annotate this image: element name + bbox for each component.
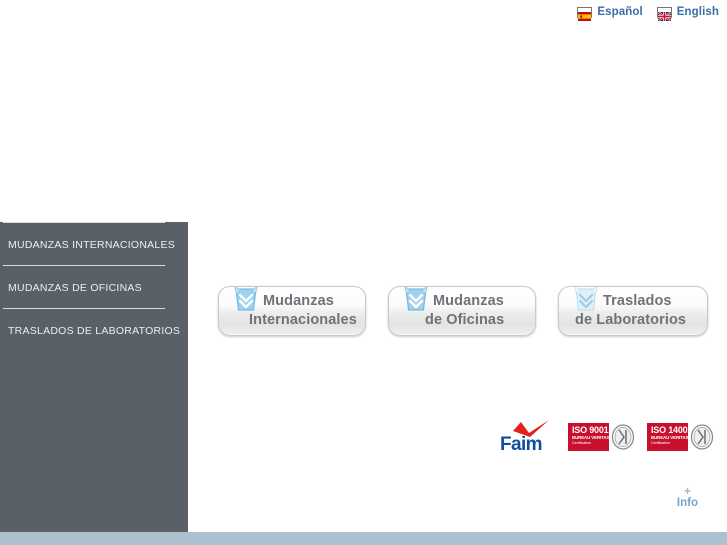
sidebar-item-label: MUDANZAS INTERNACIONALES [8, 239, 176, 251]
service-button-mudanzas-internacionales[interactable]: Mudanzas Internacionales [218, 286, 366, 336]
iso-badge-subtitle: BUREAU VERITAS [651, 435, 688, 440]
uk-flag-icon [656, 6, 672, 22]
service-button-label: Traslados de Laboratorios [575, 292, 727, 330]
info-plus-icon: + [683, 484, 691, 498]
iso-badge-text: ISO 9001 BUREAU VERITAS Certification [568, 423, 609, 451]
service-button-traslados-de-laboratorios[interactable]: Traslados de Laboratorios [558, 286, 708, 336]
service-button-line1: Mudanzas [433, 293, 504, 309]
language-link-english[interactable]: English [656, 6, 719, 22]
iso-badge-title: ISO 9001 [572, 425, 609, 435]
bureau-veritas-seal-icon [688, 423, 715, 451]
iso-14001-badge: ISO 14001 BUREAU VERITAS Certification [647, 423, 715, 451]
service-button-mudanzas-de-oficinas[interactable]: Mudanzas de Oficinas [388, 286, 536, 336]
service-button-line2: de Laboratorios [575, 312, 687, 328]
bottom-color-band [0, 532, 727, 545]
svg-text:Faim: Faim [500, 434, 542, 454]
spanish-flag-icon [577, 6, 593, 21]
sidebar-item-label: MUDANZAS DE OFICINAS [8, 282, 142, 294]
language-label-english: English [676, 6, 719, 18]
iso-badge-title: ISO 14001 [651, 425, 688, 435]
info-link[interactable]: + Info [677, 485, 698, 509]
iso-badge-text: ISO 14001 BUREAU VERITAS Certification [647, 423, 688, 451]
iso-9001-badge: ISO 9001 BUREAU VERITAS Certification [568, 423, 636, 451]
faim-logo: Faim [499, 420, 557, 455]
bureau-veritas-seal-icon [609, 423, 636, 451]
sidebar-item-traslados-de-laboratorios[interactable]: TRASLADOS DE LABORATORIOS [0, 308, 188, 351]
service-button-line1: Traslados [603, 293, 672, 309]
sidebar-item-mudanzas-de-oficinas[interactable]: MUDANZAS DE OFICINAS [0, 265, 188, 308]
sidebar-item-mudanzas-internacionales[interactable]: MUDANZAS INTERNACIONALES [0, 222, 188, 265]
service-button-line1: Mudanzas [263, 293, 334, 309]
iso-badge-subtitle: BUREAU VERITAS [572, 435, 609, 440]
iso-badge-subtitle2: Certification [651, 440, 670, 445]
service-buttons-group: Mudanzas Internacionales Mudanzas de Ofi… [218, 286, 718, 340]
info-link-label: Info [676, 497, 698, 509]
language-link-espanol[interactable]: Español [577, 6, 643, 21]
iso-badge-subtitle2: Certification [572, 440, 591, 445]
language-label-espanol: Español [597, 6, 643, 18]
certification-logos: Faim ISO 9001 BUREAU VERITAS Certificati… [499, 420, 715, 455]
sidebar-item-label: TRASLADOS DE LABORATORIOS [8, 325, 181, 337]
sidebar-nav: MUDANZAS INTERNACIONALES MUDANZAS DE OFI… [0, 222, 188, 532]
language-selector: Español English [577, 4, 719, 22]
